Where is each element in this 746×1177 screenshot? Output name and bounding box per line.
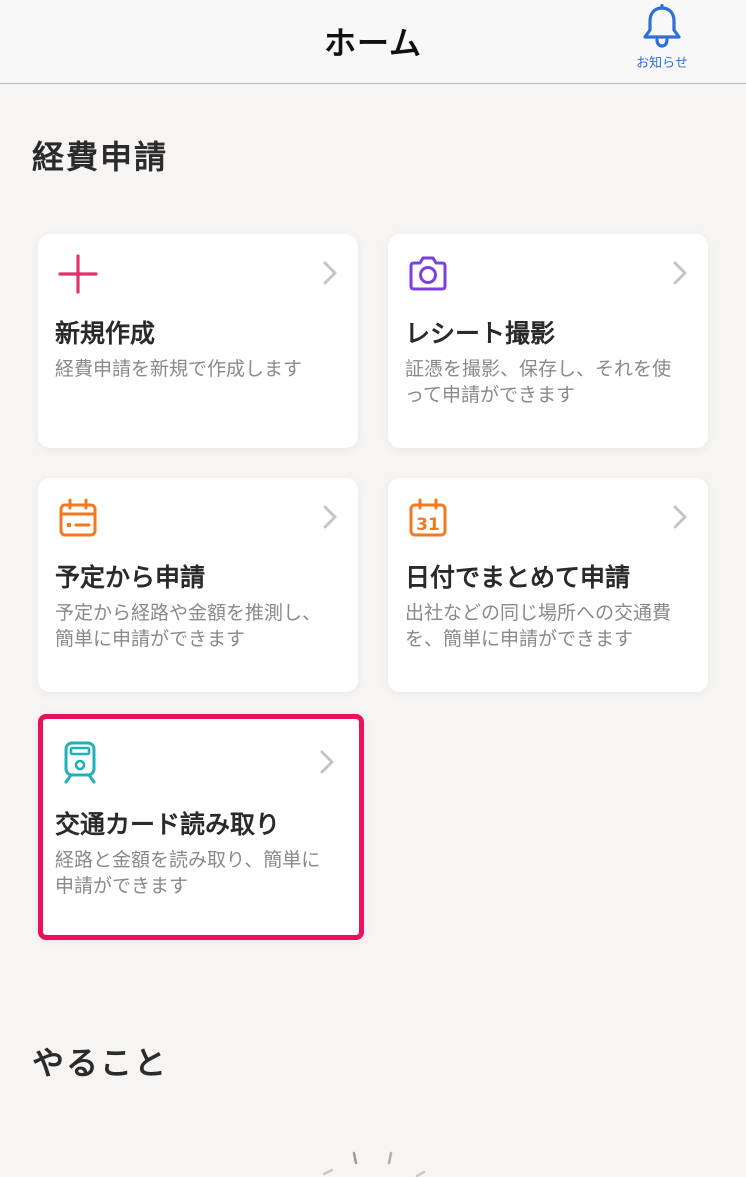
card-title: 日付でまとめて申請 — [405, 563, 631, 592]
card-title: 交通カード読み取り — [55, 810, 281, 839]
top-navigation-bar: ホーム お知らせ — [0, 0, 746, 84]
chevron-right-icon — [673, 261, 687, 285]
card-description: 予定から経路や金額を推測し、簡単に申請ができます — [55, 602, 322, 650]
chevron-right-icon — [323, 505, 337, 529]
chevron-right-icon — [673, 505, 687, 529]
card-title: 予定から申請 — [55, 563, 206, 592]
card-title: 新規作成 — [55, 319, 156, 348]
section-title-expense: 経費申請 — [32, 138, 169, 176]
card-from-schedule[interactable]: 予定から申請 予定から経路や金額を推測し、簡単に申請ができます — [38, 478, 358, 692]
section-title-todo: やること — [32, 1044, 169, 1082]
chevron-right-icon — [320, 750, 334, 774]
loading-spinner-icon — [322, 1151, 426, 1177]
calendar-date-number: 31 — [416, 515, 440, 535]
calendar-icon — [56, 496, 100, 540]
notification-label: お知らせ — [636, 56, 688, 71]
card-description: 出社などの同じ場所への交通費を、簡単に申請ができます — [405, 602, 672, 650]
card-new-expense[interactable]: 新規作成 経費申請を新規で作成します — [38, 234, 358, 448]
plus-icon — [56, 252, 100, 296]
calendar-date-icon: 31 — [406, 496, 450, 540]
card-bulk-by-date[interactable]: 31 日付でまとめて申請 出社などの同じ場所への交通費を、簡単に申請ができます — [388, 478, 708, 692]
card-receipt-photo[interactable]: レシート撮影 証憑を撮影、保存し、それを使って申請ができます — [388, 234, 708, 448]
notification-button[interactable]: お知らせ — [622, 4, 702, 74]
chevron-right-icon — [323, 261, 337, 285]
card-description: 証憑を撮影、保存し、それを使って申請ができます — [405, 358, 672, 406]
train-icon — [58, 740, 102, 784]
card-description: 経費申請を新規で作成します — [55, 358, 303, 380]
card-transit-card-read[interactable]: 交通カード読み取り 経路と金額を読み取り、簡単に申請ができます — [38, 714, 364, 940]
card-title: レシート撮影 — [405, 319, 556, 348]
card-description: 経路と金額を読み取り、簡単に申請ができます — [55, 849, 321, 897]
bell-icon — [643, 4, 681, 48]
camera-icon — [406, 252, 450, 296]
